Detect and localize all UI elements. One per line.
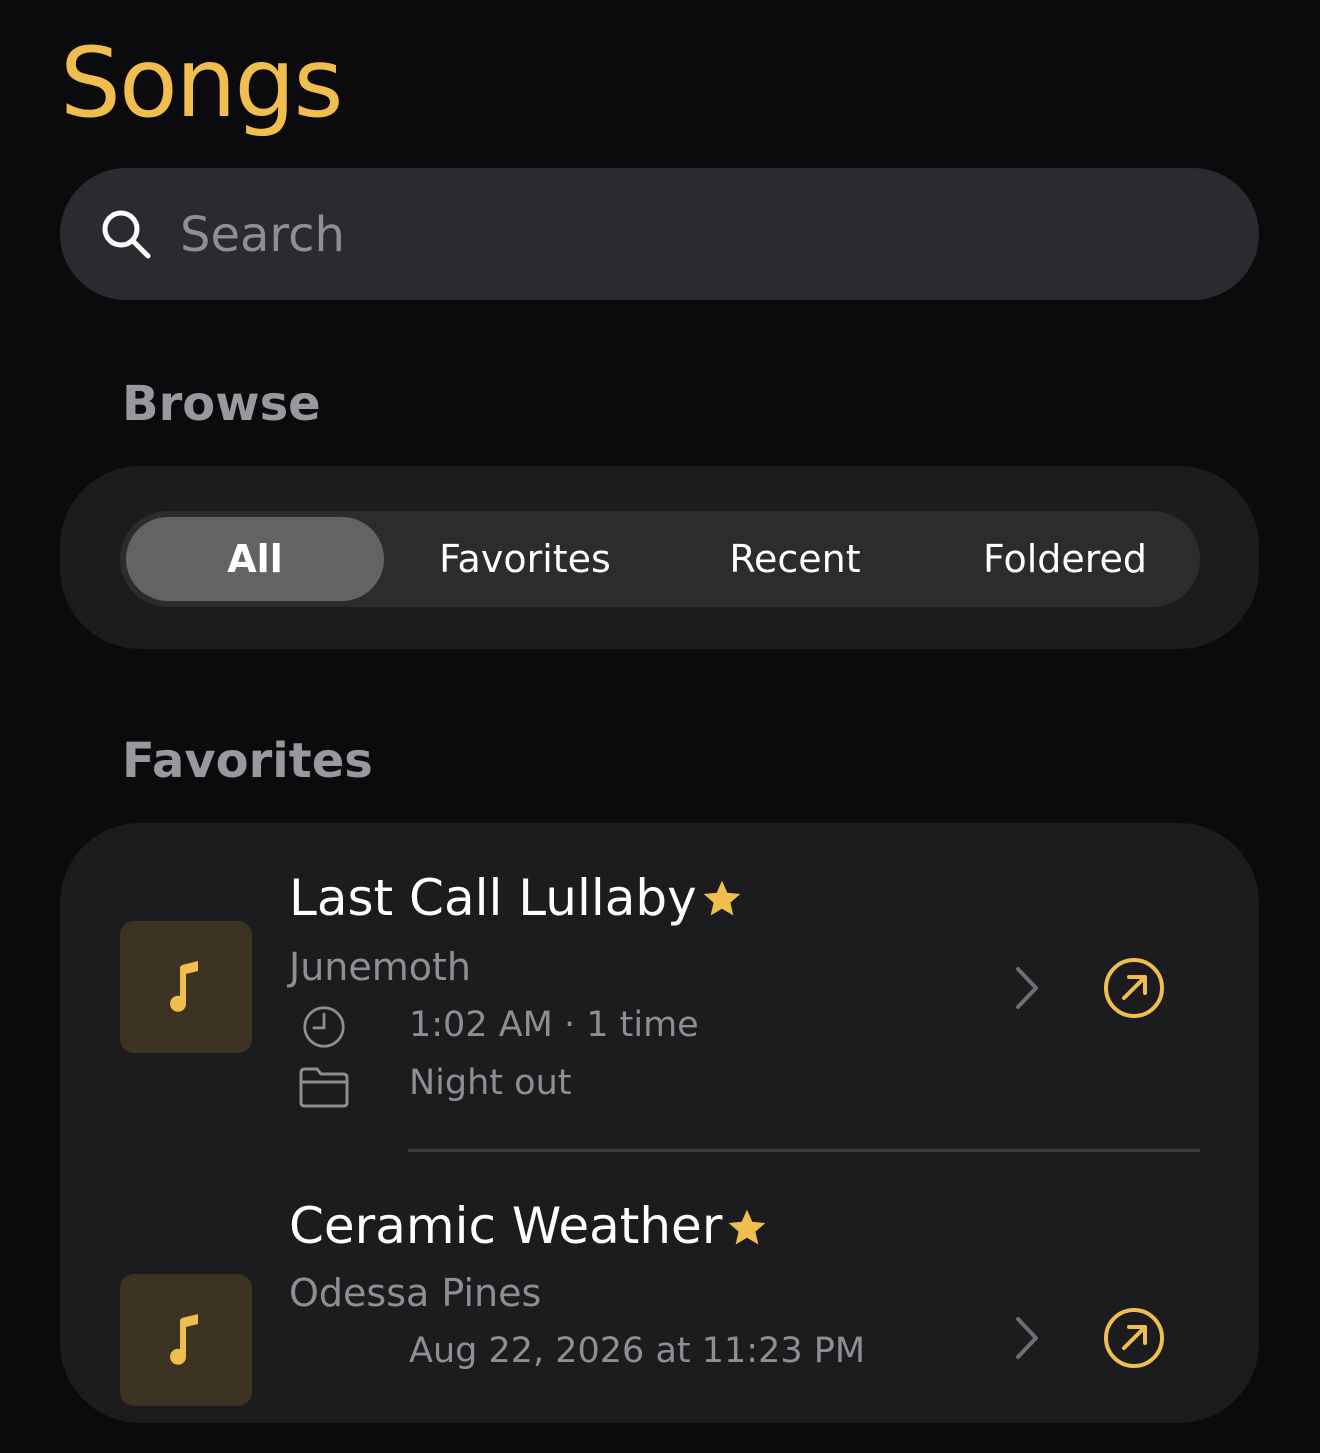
search-bar[interactable]: [60, 168, 1259, 300]
song-folder: Night out: [409, 1063, 572, 1103]
song-artist: Junemoth: [289, 945, 472, 989]
browse-card: All Favorites Recent Foldered: [60, 466, 1259, 649]
star-icon: [728, 1209, 766, 1245]
song-title: Ceramic Weather: [289, 1197, 723, 1255]
chevron-right-icon[interactable]: [1008, 963, 1044, 1013]
clock-icon: [303, 1006, 345, 1048]
browse-section-header: Browse: [122, 376, 321, 432]
song-row[interactable]: Last Call Lullaby Junemoth 1:02 AM · 1 t…: [60, 823, 1259, 1153]
music-note-icon: [170, 1314, 198, 1365]
favorites-card: Last Call Lullaby Junemoth 1:02 AM · 1 t…: [60, 823, 1259, 1423]
song-row[interactable]: Ceramic Weather Odessa Pines Aug 22, 202…: [60, 1153, 1259, 1453]
segment-all[interactable]: All: [126, 517, 384, 601]
search-icon: [102, 210, 151, 259]
segment-recent[interactable]: Recent: [666, 517, 924, 601]
page-title: Songs: [60, 27, 343, 139]
open-song-icon[interactable]: [1102, 1306, 1166, 1370]
song-artwork: [120, 921, 252, 1053]
star-icon: [703, 880, 741, 916]
open-song-icon[interactable]: [1102, 956, 1166, 1020]
last-played: Aug 22, 2026 at 11:23 PM: [409, 1331, 866, 1371]
song-artwork: [120, 1274, 252, 1406]
last-played: 1:02 AM · 1 time: [409, 1005, 699, 1045]
song-title: Last Call Lullaby: [289, 869, 697, 927]
filter-segmented-control: All Favorites Recent Foldered: [120, 511, 1200, 607]
segment-favorites[interactable]: Favorites: [396, 517, 654, 601]
row-divider: [408, 1149, 1200, 1152]
song-artist: Odessa Pines: [289, 1271, 542, 1315]
search-input[interactable]: [178, 198, 1222, 272]
music-note-icon: [170, 961, 198, 1012]
favorites-section-header: Favorites: [122, 733, 373, 789]
segment-foldered[interactable]: Foldered: [936, 517, 1194, 601]
folder-icon: [299, 1067, 349, 1108]
